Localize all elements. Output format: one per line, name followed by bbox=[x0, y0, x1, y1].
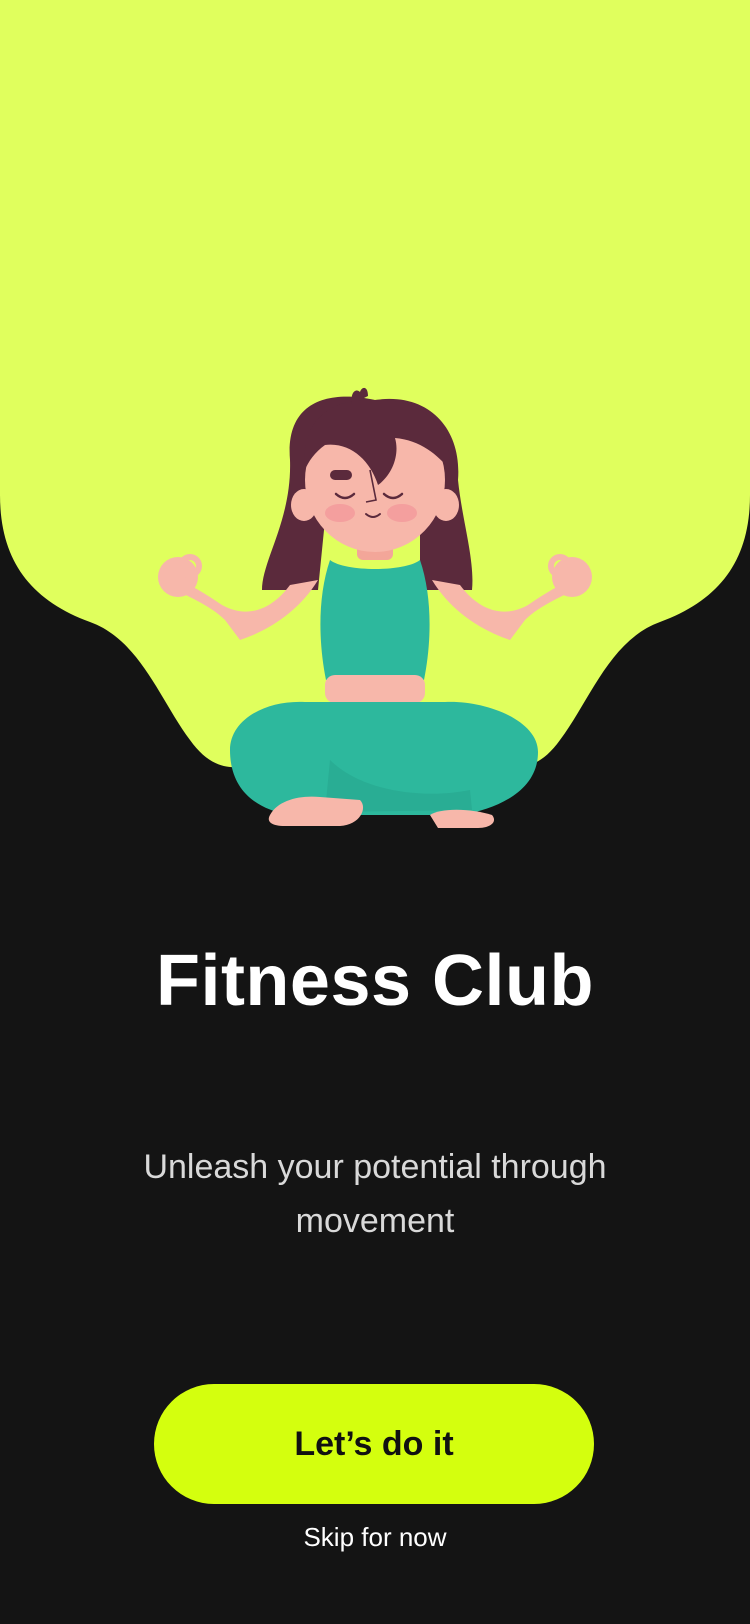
skip-link[interactable]: Skip for now bbox=[0, 1522, 750, 1553]
lets-do-it-button[interactable]: Let’s do it bbox=[154, 1384, 594, 1504]
tagline: Unleash your potential through movement bbox=[143, 1148, 607, 1240]
hero-illustration bbox=[0, 0, 750, 828]
page-title: Fitness Club bbox=[155, 941, 595, 1021]
